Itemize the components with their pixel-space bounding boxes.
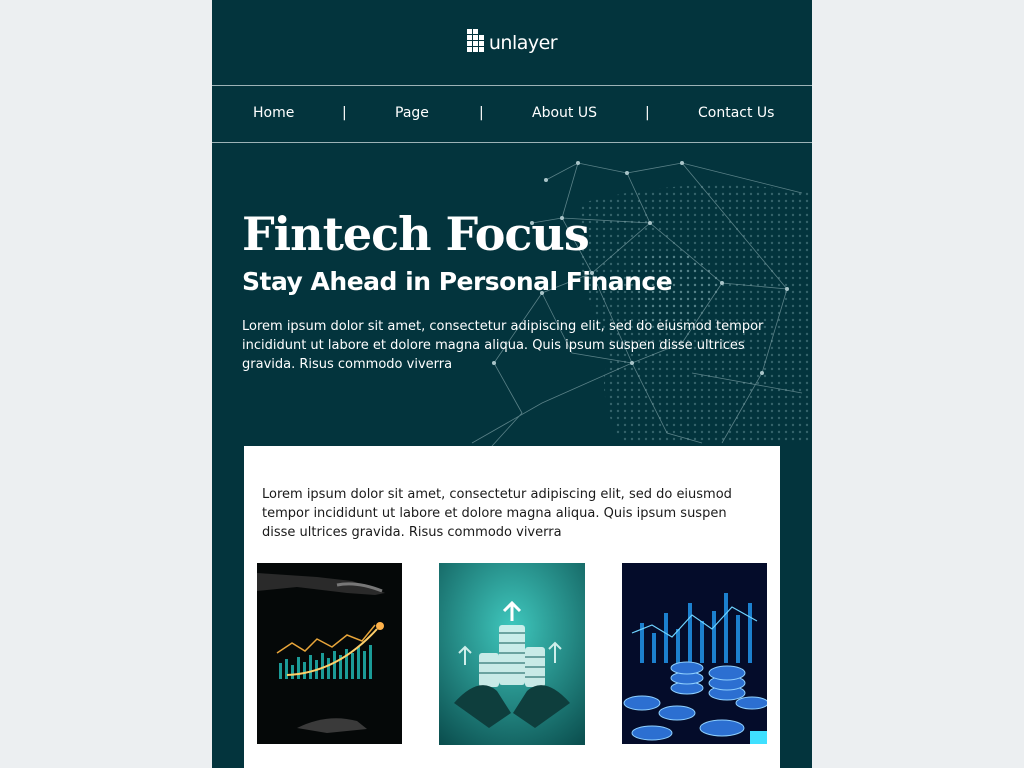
unlayer-logo-icon: [466, 28, 485, 57]
nav-bar: Home | Page | About US | Contact Us: [212, 85, 812, 143]
header-logo-bar: unlayer: [212, 0, 812, 85]
nav-item-about-us[interactable]: About US: [532, 105, 597, 121]
nav-item-page[interactable]: Page: [395, 105, 429, 121]
hero-body-text: Lorem ipsum dolor sit amet, consectetur …: [242, 319, 764, 372]
nav-separator: |: [479, 105, 484, 121]
coin-stack-growth-image: [439, 563, 585, 745]
nav-separator: |: [645, 105, 650, 121]
nav-item-contact-us[interactable]: Contact Us: [698, 105, 774, 121]
nav-item-home[interactable]: Home: [253, 105, 294, 121]
hero-section: Fintech Focus Stay Ahead in Personal Fin…: [212, 143, 812, 446]
hero-subtitle: Stay Ahead in Personal Finance: [242, 267, 673, 296]
logo-text: unlayer: [488, 31, 558, 54]
logo[interactable]: unlayer: [466, 28, 558, 57]
content-card: Lorem ipsum dolor sit amet, consectetur …: [244, 446, 780, 768]
nav-separator: |: [342, 105, 347, 121]
email-container: unlayer Home | Page | About US | Contact…: [212, 0, 812, 768]
finance-growth-chart-image: [257, 563, 402, 744]
card-body-text: Lorem ipsum dolor sit amet, consectetur …: [262, 487, 732, 540]
coins-bar-chart-image: [622, 563, 767, 744]
hero-title: Fintech Focus: [242, 207, 590, 261]
